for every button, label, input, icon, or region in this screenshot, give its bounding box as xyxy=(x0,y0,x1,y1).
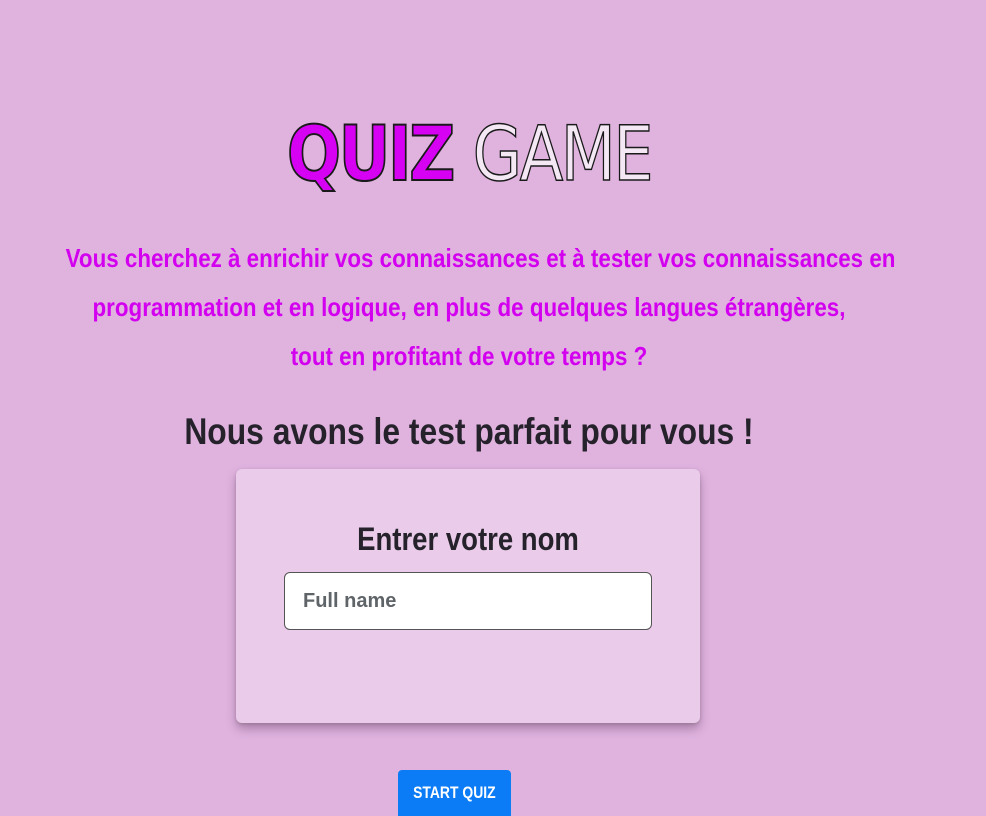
intro-line: programmation et en logique, en plus de … xyxy=(92,292,846,322)
title-quiz-word: QUIZ xyxy=(286,108,456,199)
quiz-start-page: QUIZ GAME Vous cherchez à enrichir vos c… xyxy=(0,0,986,816)
intro-line: tout en profitant de votre temps ? xyxy=(290,341,648,371)
intro-line: Vous cherchez à enrichir vos connaissanc… xyxy=(65,243,896,273)
name-form-card: Entrer votre nom xyxy=(236,469,700,723)
title-game-word: GAME xyxy=(472,108,654,199)
start-quiz-button[interactable]: START QUIZ xyxy=(398,770,511,816)
start-quiz-button-label: START QUIZ xyxy=(413,783,496,802)
name-form-title: Entrer votre nom xyxy=(357,521,579,557)
full-name-input[interactable] xyxy=(284,572,652,630)
headline: Nous avons le test parfait pour vous ! xyxy=(184,411,754,452)
intro-paragraph: Vous cherchez à enrichir vos connaissanc… xyxy=(0,234,938,381)
page-title: QUIZ GAME xyxy=(75,104,863,204)
